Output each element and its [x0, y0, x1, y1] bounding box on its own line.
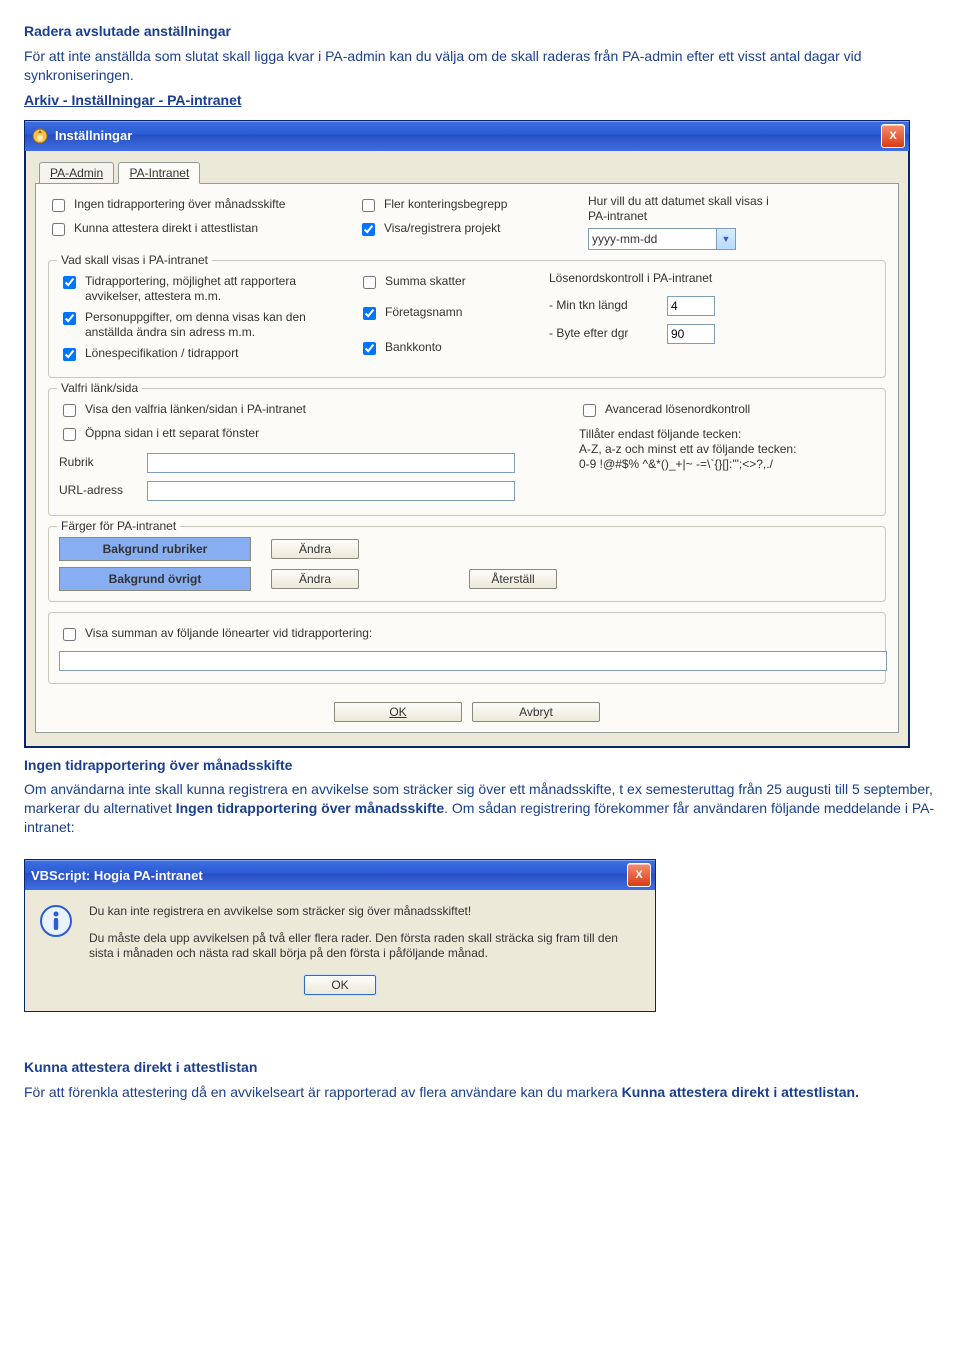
chk-avancerad-losenord-input[interactable]	[583, 404, 596, 417]
chk-personuppgifter-label: Personuppgifter, om denna visas kan den …	[85, 310, 339, 340]
chk-avancerad-losenord[interactable]: Avancerad lösenordkontroll	[579, 402, 809, 420]
byte-input[interactable]	[667, 324, 715, 344]
chk-personuppgifter[interactable]: Personuppgifter, om denna visas kan den …	[59, 310, 339, 340]
chevron-down-icon: ▼	[716, 229, 735, 249]
chk-oppna-separat[interactable]: Öppna sidan i ett separat fönster	[59, 426, 559, 444]
rubrik-input[interactable]	[147, 453, 515, 473]
date-format-caption: Hur vill du att datumet skall visas i PA…	[588, 194, 788, 224]
chk-lonespec-label: Lönespecifikation / tidrapport	[85, 346, 238, 361]
chk-visa-summan-input[interactable]	[63, 628, 76, 641]
minlen-label: - Min tkn längd	[549, 298, 659, 313]
chk-foretagsnamn-input[interactable]	[363, 307, 376, 320]
heading-ingen-tidrapportering: Ingen tidrapportering över månadsskifte	[24, 756, 936, 775]
vbscript-dialog: VBScript: Hogia PA-intranet X Du kan int…	[24, 859, 656, 1012]
close-icon: X	[635, 869, 642, 881]
vbscript-titlebar: VBScript: Hogia PA-intranet X	[25, 860, 655, 890]
minlen-input[interactable]	[667, 296, 715, 316]
group-farger: Färger för PA-intranet Bakgrund rubriker…	[48, 526, 886, 602]
chk-oppna-separat-label: Öppna sidan i ett separat fönster	[85, 426, 259, 441]
legend-farger: Färger för PA-intranet	[57, 519, 180, 533]
settings-window: Inställningar X PA-Admin PA-Intranet Ing…	[24, 120, 910, 748]
chk-foretagsnamn[interactable]: Företagsnamn	[359, 305, 529, 323]
chk-tidrapportering[interactable]: Tidrapportering, möjlighet att rapporter…	[59, 274, 339, 304]
swatch-ovrigt: Bakgrund övrigt	[59, 567, 251, 591]
chk-summa-skatter[interactable]: Summa skatter	[359, 274, 529, 292]
link-arkiv-pa-intranet[interactable]: Arkiv - Inställningar - PA-intranet	[24, 92, 242, 108]
group-summa-lonearter: Visa summan av följande lönearter vid ti…	[48, 612, 886, 684]
chk-lonespec-input[interactable]	[63, 348, 76, 361]
date-format-value: yyyy-mm-dd	[592, 232, 657, 246]
chk-ingen-tidrapportering-input[interactable]	[52, 199, 65, 212]
vbscript-title: VBScript: Hogia PA-intranet	[31, 868, 203, 883]
chk-lonespec[interactable]: Lönespecifikation / tidrapport	[59, 346, 339, 364]
date-format-select[interactable]: yyyy-mm-dd ▼	[588, 228, 736, 250]
chk-fler-konteringsbegrepp-label: Fler konteringsbegrepp	[384, 197, 507, 212]
chk-foretagsnamn-label: Företagsnamn	[385, 305, 462, 320]
close-button[interactable]: X	[881, 124, 905, 148]
byte-label: - Byte efter dgr	[549, 326, 659, 341]
tab-pa-admin[interactable]: PA-Admin	[39, 162, 114, 183]
window-title: Inställningar	[55, 128, 132, 143]
chk-fler-konteringsbegrepp[interactable]: Fler konteringsbegrepp	[358, 197, 558, 215]
msgbox-ok-button[interactable]: OK	[304, 975, 375, 995]
heading-radera: Radera avslutade anställningar	[24, 22, 936, 41]
andra-ovrigt-button[interactable]: Ändra	[271, 569, 359, 589]
para-ingen-tidrapportering: Om användarna inte skall kunna registrer…	[24, 780, 936, 837]
chk-fler-konteringsbegrepp-input[interactable]	[362, 199, 375, 212]
password-control-caption: Lösenordskontroll i PA-intranet	[549, 271, 769, 286]
chk-ingen-tidrapportering[interactable]: Ingen tidrapportering över månadsskifte	[48, 197, 328, 215]
group-vad-skall-visas: Vad skall visas i PA-intranet Tidrapport…	[48, 260, 886, 378]
url-input[interactable]	[147, 481, 515, 501]
chk-visa-projekt-label: Visa/registrera projekt	[384, 221, 501, 236]
chk-bankkonto-input[interactable]	[363, 342, 376, 355]
chk-bankkonto-label: Bankkonto	[385, 340, 442, 355]
chk-visa-valfria-lanken[interactable]: Visa den valfria länken/sidan i PA-intra…	[59, 402, 559, 420]
chk-attestera-direkt-label: Kunna attestera direkt i attestlistan	[74, 221, 258, 236]
cancel-button[interactable]: Avbryt	[472, 702, 600, 722]
close-icon: X	[889, 130, 896, 142]
swatch-rubriker: Bakgrund rubriker	[59, 537, 251, 561]
group-valfri-lank: Valfri länk/sida Visa den valfria länken…	[48, 388, 886, 516]
chk-attestera-direkt[interactable]: Kunna attestera direkt i attestlistan	[48, 221, 328, 239]
info-icon	[39, 904, 73, 938]
chk-visa-summan-label: Visa summan av följande lönearter vid ti…	[85, 626, 372, 641]
adv-text-1: Tillåter endast följande tecken:	[579, 427, 809, 442]
chk-bankkonto[interactable]: Bankkonto	[359, 340, 529, 358]
lonearter-input[interactable]	[59, 651, 887, 671]
adv-text-2: A-Z, a-z och minst ett av följande tecke…	[579, 442, 809, 472]
rubrik-label: Rubrik	[59, 455, 139, 470]
andra-rubriker-button[interactable]: Ändra	[271, 539, 359, 559]
msgbox-line-1: Du kan inte registrera en avvikelse som …	[89, 904, 641, 919]
ok-button[interactable]: OK	[334, 702, 462, 722]
url-label: URL-adress	[59, 483, 139, 498]
titlebar: Inställningar X	[25, 121, 909, 151]
chk-visa-valfria-lanken-label: Visa den valfria länken/sidan i PA-intra…	[85, 402, 306, 417]
chk-ingen-tidrapportering-label: Ingen tidrapportering över månadsskifte	[74, 197, 285, 212]
chk-tidrapportering-label: Tidrapportering, möjlighet att rapporter…	[85, 274, 339, 304]
chk-visa-projekt-input[interactable]	[362, 223, 375, 236]
tab-pa-intranet[interactable]: PA-Intranet	[118, 162, 200, 184]
chk-tidrapportering-input[interactable]	[63, 276, 76, 289]
chk-personuppgifter-input[interactable]	[63, 312, 76, 325]
app-icon	[31, 127, 49, 145]
heading-attestera: Kunna attestera direkt i attestlistan	[24, 1058, 936, 1077]
chk-attestera-direkt-input[interactable]	[52, 223, 65, 236]
chk-avancerad-losenord-label: Avancerad lösenordkontroll	[605, 402, 750, 417]
vbscript-close-button[interactable]: X	[627, 863, 651, 887]
legend-visas: Vad skall visas i PA-intranet	[57, 253, 212, 267]
chk-summa-skatter-label: Summa skatter	[385, 274, 466, 289]
intro-text: För att inte anställda som slutat skall …	[24, 47, 936, 85]
chk-visa-projekt[interactable]: Visa/registrera projekt	[358, 221, 558, 239]
chk-visa-summan[interactable]: Visa summan av följande lönearter vid ti…	[59, 626, 875, 644]
chk-visa-valfria-lanken-input[interactable]	[63, 404, 76, 417]
aterstall-button[interactable]: Återställ	[469, 569, 557, 589]
para-attestera: För att förenkla attestering då en avvik…	[24, 1083, 936, 1102]
chk-summa-skatter-input[interactable]	[363, 276, 376, 289]
legend-valfri: Valfri länk/sida	[57, 381, 142, 395]
chk-oppna-separat-input[interactable]	[63, 428, 76, 441]
msgbox-line-2: Du måste dela upp avvikelsen på två elle…	[89, 931, 641, 961]
